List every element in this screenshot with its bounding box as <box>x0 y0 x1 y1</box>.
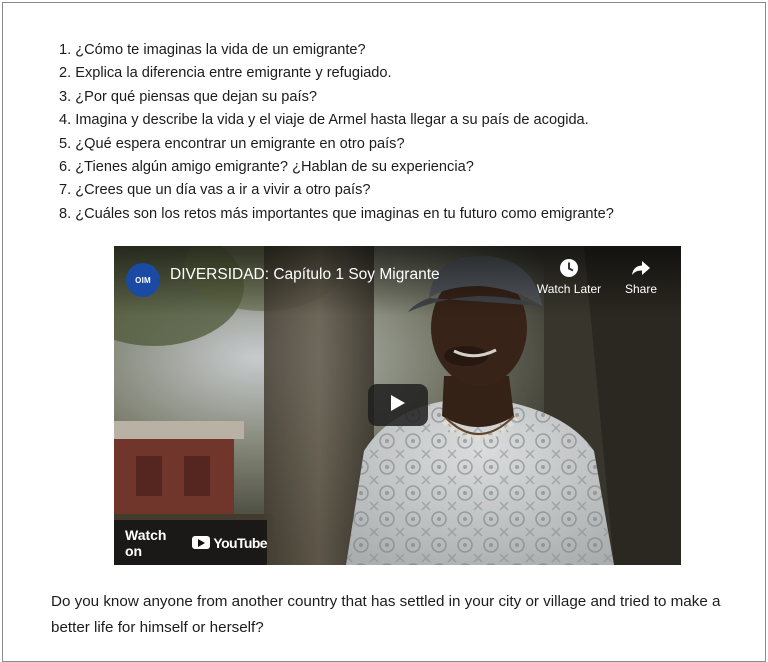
question-item: 7. ¿Crees que un día vas a ir a vivir a … <box>59 182 371 199</box>
share-arrow-icon <box>606 258 676 280</box>
youtube-wordmark: YouTube <box>213 534 267 551</box>
question-item: 5. ¿Qué espera encontrar un emigrante en… <box>59 135 405 152</box>
play-button[interactable] <box>368 384 428 426</box>
watch-later-label: Watch Later <box>536 282 602 296</box>
channel-logo-text: OIM <box>135 275 151 285</box>
question-item: 2. Explica la diferencia entre emigrante… <box>59 65 392 82</box>
body-paragraph: Do you know anyone from another country … <box>51 593 721 636</box>
youtube-logo: YouTube <box>192 534 268 551</box>
video-title[interactable]: DIVERSIDAD: Capítulo 1 Soy Migrante <box>170 266 440 284</box>
clock-icon <box>534 258 604 280</box>
question-item: 6. ¿Tienes algún amigo emigrante? ¿Habla… <box>59 159 474 176</box>
play-icon <box>390 394 406 417</box>
channel-logo[interactable]: OIM <box>126 263 160 297</box>
share-label: Share <box>624 282 658 296</box>
question-item: 8. ¿Cuáles son los retos más importantes… <box>59 205 614 222</box>
watch-later-button[interactable]: Watch Later <box>534 258 604 296</box>
question-item: 1. ¿Cómo te imaginas la vida de un emigr… <box>59 42 366 58</box>
youtube-video-embed[interactable]: OIM DIVERSIDAD: Capítulo 1 Soy Migrante … <box>114 246 681 565</box>
question-list: 1. ¿Cómo te imaginas la vida de un emigr… <box>59 39 614 226</box>
question-item: 3. ¿Por qué piensas que dejan su país? <box>59 88 317 105</box>
question-item: 4. Imagina y describe la vida y el viaje… <box>59 112 589 129</box>
youtube-play-icon <box>192 536 211 549</box>
watch-on-label: Watch on <box>125 526 167 559</box>
content-frame: 1. ¿Cómo te imaginas la vida de un emigr… <box>2 2 766 662</box>
share-button[interactable]: Share <box>606 258 676 296</box>
watch-on-youtube-link[interactable]: Watch on YouTube <box>114 520 268 565</box>
